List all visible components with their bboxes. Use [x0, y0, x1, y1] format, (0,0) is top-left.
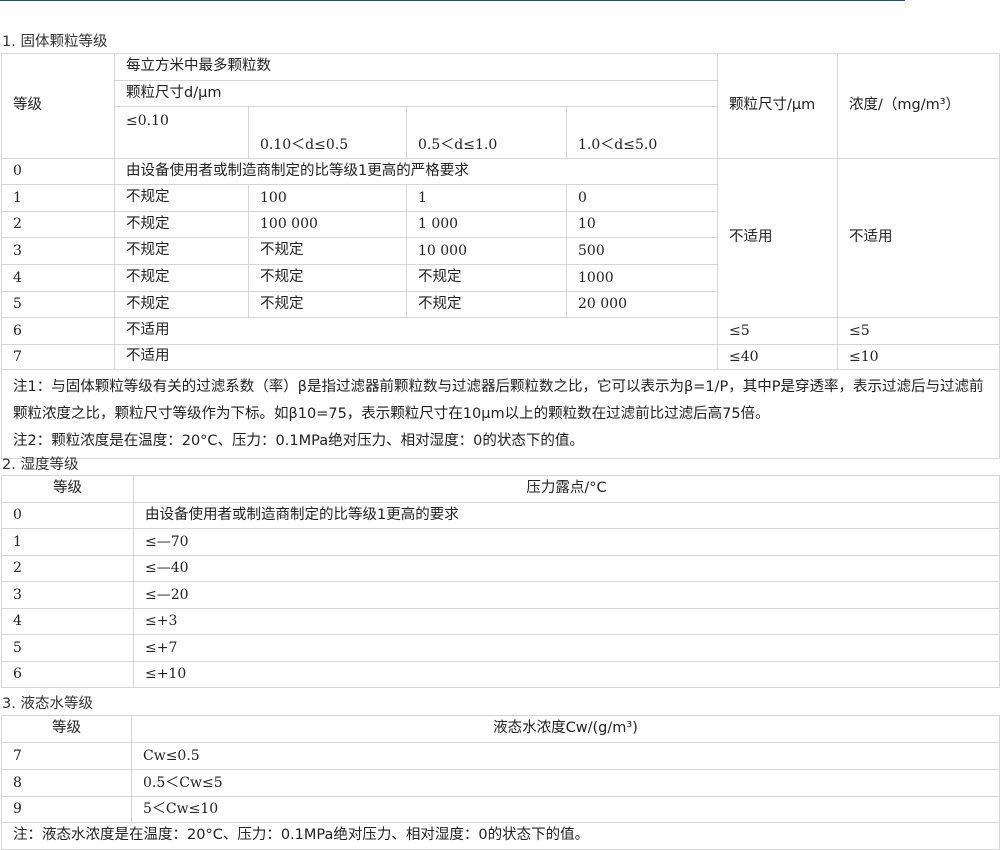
row-cell: 不规定 [114, 211, 249, 238]
row-grade: 5 [1, 291, 115, 318]
table-row: 0 由设备使用者或制造商制定的比等级1更高的要求 [1, 502, 1000, 529]
note2: 注2：颗粒浓度是在温度：20°C、压力：0.1MPa绝对压力、相对湿度：0的状态… [13, 433, 584, 449]
row-cell: 不规定 [248, 237, 407, 265]
row-cell: 10 [566, 211, 718, 238]
row-value: ≤—40 [133, 555, 1000, 582]
row-grade: 7 [1, 742, 132, 770]
row-grade: 1 [1, 528, 134, 556]
row-grade: 3 [1, 581, 134, 609]
row-grade: 0 [1, 158, 115, 185]
row-cell: 0 [566, 184, 718, 212]
row-text: 不适用 [114, 317, 718, 345]
row-cell: 不规定 [114, 291, 249, 318]
row-grade: 5 [1, 634, 134, 662]
section3-title: 3. 液态水等级 [2, 696, 93, 712]
row-cell: 10 000 [406, 237, 567, 265]
table-row: 9 5＜Cw≤10 [1, 796, 1000, 823]
row-value: Cw≤0.5 [131, 742, 1000, 770]
header-particle-size: 颗粒尺寸d/μm [114, 80, 718, 107]
not-applicable-conc: 不适用 [837, 158, 1000, 318]
row-grade: 3 [1, 237, 115, 265]
row-grade: 6 [1, 661, 134, 688]
row-cell: 不规定 [248, 291, 407, 318]
notes-cell: 注1：与固体颗粒等级有关的过滤系数（率）β是指过滤器前颗粒数与过滤器后颗粒数之比… [1, 369, 1000, 459]
liquid-water-note: 注：液态水浓度是在温度：20°C、压力：0.1MPa绝对压力、相对湿度：0的状态… [1, 822, 1000, 850]
table-row: 3 ≤—20 [1, 581, 1000, 609]
row-cell: 100 000 [248, 211, 407, 238]
header-grade: 等级 [1, 715, 132, 743]
not-applicable-size: 不适用 [717, 158, 838, 318]
row-cell: 不规定 [406, 264, 567, 292]
table-row: 2 ≤—40 [1, 555, 1000, 582]
row-conc: ≤5 [837, 317, 1000, 345]
section2-title: 2. 湿度等级 [2, 457, 79, 473]
row-value: ≤+3 [133, 608, 1000, 635]
row-value: ≤+7 [133, 634, 1000, 662]
row-grade: 2 [1, 555, 134, 582]
note1: 注1：与固体颗粒等级有关的过滤系数（率）β是指过滤器前颗粒数与过滤器后颗粒数之比… [13, 379, 984, 422]
header-max-particles: 每立方米中最多颗粒数 [114, 53, 718, 81]
row-cell: 1 [406, 184, 567, 212]
row-cell: 1 000 [406, 211, 567, 238]
header-size-col2: 0.10＜d≤0.5 [248, 106, 407, 159]
row-cell: 不规定 [406, 291, 567, 318]
row-size: ≤5 [717, 317, 838, 345]
row-cell: 500 [566, 237, 718, 265]
row-value: 5＜Cw≤10 [131, 796, 1000, 823]
row-grade: 7 [1, 344, 115, 370]
humidity-table: 等级 压力露点/°C 0 由设备使用者或制造商制定的比等级1更高的要求 1 ≤—… [1, 475, 1000, 688]
table-row: 4 ≤+3 [1, 608, 1000, 635]
row-value: ≤—70 [133, 528, 1000, 556]
row-value: 0.5＜Cw≤5 [131, 769, 1000, 797]
table-row: 7 Cw≤0.5 [1, 742, 1000, 770]
solid-particle-table: 等级 每立方米中最多颗粒数 颗粒尺寸/μm 浓度/（mg/m³） 颗粒尺寸d/μ… [1, 53, 1000, 459]
table-row: 6 不适用 ≤5 ≤5 [1, 317, 1000, 345]
row-text: 不适用 [114, 344, 718, 370]
header-size-col1: ≤0.10 [114, 106, 249, 159]
header-grade: 等级 [1, 53, 115, 159]
row-grade: 8 [1, 769, 132, 797]
row-cell: 不规定 [248, 264, 407, 292]
row-cell: 不规定 [114, 184, 249, 212]
table-row: 0 由设备使用者或制造商制定的比等级1更高的严格要求 不适用 不适用 [1, 158, 1000, 318]
row-value: 由设备使用者或制造商制定的比等级1更高的要求 [133, 502, 1000, 529]
row-grade: 1 [1, 184, 115, 212]
table-row: 7 不适用 ≤40 ≤10 [1, 344, 1000, 370]
row-grade: 2 [1, 211, 115, 238]
row-cell: 不规定 [114, 237, 249, 265]
row-size: ≤40 [717, 344, 838, 370]
top-divider-line [0, 0, 905, 1]
row-value: ≤+10 [133, 661, 1000, 688]
header-size-col4: 1.0＜d≤5.0 [566, 106, 718, 159]
row-cell: 不规定 [114, 264, 249, 292]
row-value: ≤—20 [133, 581, 1000, 609]
row-grade: 6 [1, 317, 115, 345]
row-cell: 100 [248, 184, 407, 212]
row-cell: 1000 [566, 264, 718, 292]
row-grade: 4 [1, 264, 115, 292]
header-concentration: 浓度/（mg/m³） [837, 53, 1000, 159]
row-grade: 0 [1, 502, 134, 529]
row-grade: 4 [1, 608, 134, 635]
row-cell: 20 000 [566, 291, 718, 318]
section1-title: 1. 固体颗粒等级 [2, 34, 108, 50]
table-row: 5 ≤+7 [1, 634, 1000, 662]
table-row: 1 ≤—70 [1, 528, 1000, 556]
row-text: 由设备使用者或制造商制定的比等级1更高的严格要求 [114, 158, 718, 185]
table-row: 6 ≤+10 [1, 661, 1000, 688]
header-particle-size-um: 颗粒尺寸/μm [717, 53, 838, 159]
header-dew-point: 压力露点/°C [133, 475, 1000, 503]
row-conc: ≤10 [837, 344, 1000, 370]
liquid-water-table: 等级 液态水浓度Cw/(g/m³) 7 Cw≤0.5 8 0.5＜Cw≤5 9 … [1, 715, 1000, 850]
table-row: 8 0.5＜Cw≤5 [1, 769, 1000, 797]
header-grade: 等级 [1, 475, 134, 503]
header-size-col3: 0.5＜d≤1.0 [406, 106, 567, 159]
header-water-concentration: 液态水浓度Cw/(g/m³) [131, 715, 1000, 743]
row-grade: 9 [1, 796, 132, 823]
